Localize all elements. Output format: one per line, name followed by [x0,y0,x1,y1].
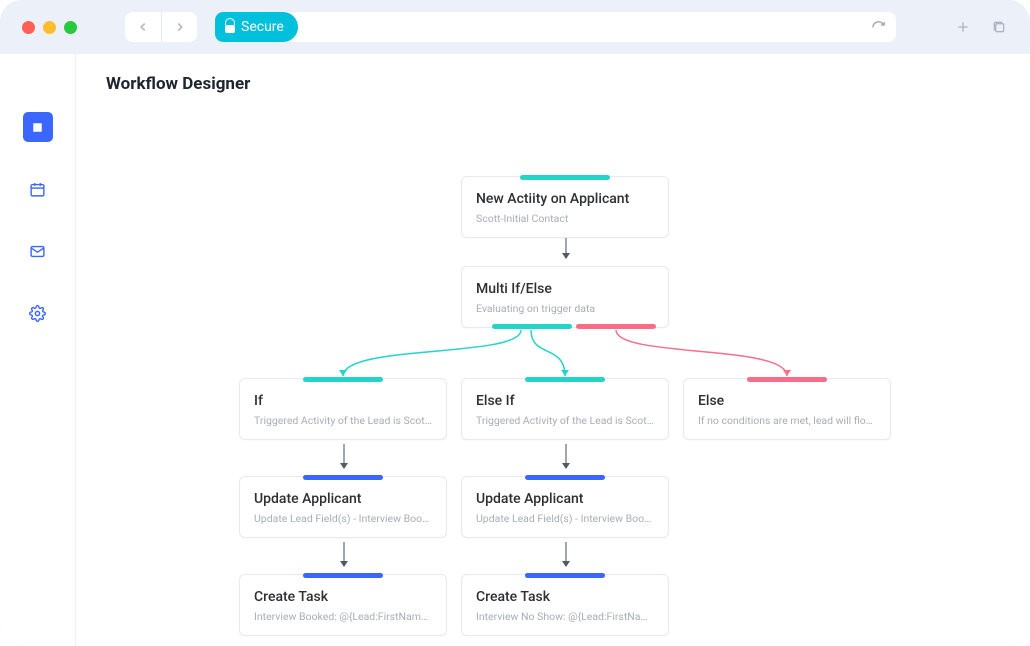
node-else-if[interactable]: Else If Triggered Activity of the Lead i… [461,378,669,440]
sidebar-item-mail[interactable] [23,236,53,266]
node-subtitle: If no conditions are met, lead will flow… [698,414,876,427]
accent-bar [303,377,383,382]
node-if[interactable]: If Triggered Activity of the Lead is Sco… [239,378,447,440]
node-title: Create Task [476,589,654,605]
traffic-lights [22,21,77,34]
node-subtitle: Update Lead Field(s) - Interview Booked [254,512,432,525]
node-title: Else If [476,393,654,409]
accent-bar [520,175,610,180]
accent-teal [492,324,572,329]
refresh-button[interactable] [871,20,886,35]
refresh-icon [871,20,886,35]
node-subtitle: Interview Booked: @{Lead:FirstName,}… [254,610,432,623]
node-create-task-a[interactable]: Create Task Interview Booked: @{Lead:Fir… [239,574,447,636]
chrome-right-controls [954,18,1008,36]
browser-chrome: Secure [0,0,1030,54]
content: Workflow Designer New Actiity on App [0,54,1030,646]
url-bar[interactable]: Secure [215,12,896,42]
workflow-canvas[interactable]: New Actiity on Applicant Scott-Initial C… [76,114,1030,646]
tabs-button[interactable] [990,18,1008,36]
secure-label: Secure [241,19,284,35]
node-subtitle: Triggered Activity of the Lead is Scott… [476,414,654,427]
node-title: Update Applicant [254,491,432,507]
calendar-icon [29,181,46,198]
sidebar-item-calendar[interactable] [23,174,53,204]
accent-bar [525,573,605,578]
accent-bar [747,377,827,382]
node-subtitle: Evaluating on trigger data [476,302,654,315]
stack-icon [991,19,1007,35]
nav-buttons [125,12,197,42]
browser-window: Secure [0,0,1030,646]
new-tab-button[interactable] [954,18,972,36]
forward-button[interactable] [161,12,197,42]
arrow [343,542,345,566]
sidebar-item-settings[interactable] [23,298,53,328]
node-subtitle: Interview No Show: @{Lead:FirstName,}… [476,610,654,623]
node-subtitle: Triggered Activity of the Lead is Scott… [254,414,432,427]
chevron-right-icon [173,20,187,34]
accent-bar [303,573,383,578]
gear-icon [29,305,46,322]
node-title: New Actiity on Applicant [476,191,654,207]
node-title: Else [698,393,876,409]
accent-bar [525,475,605,480]
lock-icon [225,21,235,33]
arrow [565,444,567,468]
minimize-window-button[interactable] [43,21,56,34]
accent-pink [576,324,656,329]
node-update-applicant-a[interactable]: Update Applicant Update Lead Field(s) - … [239,476,447,538]
node-update-applicant-b[interactable]: Update Applicant Update Lead Field(s) - … [461,476,669,538]
maximize-window-button[interactable] [64,21,77,34]
node-title: Multi If/Else [476,281,654,297]
arrow [565,238,567,258]
node-title: Update Applicant [476,491,654,507]
sidebar [0,54,76,646]
main: Workflow Designer New Actiity on App [76,54,1030,646]
accent-bar [303,475,383,480]
node-title: If [254,393,432,409]
mail-icon [29,243,46,260]
stop-icon [29,119,46,136]
node-multi-if-else[interactable]: Multi If/Else Evaluating on trigger data [461,266,669,328]
arrow [565,542,567,566]
accent-bar [525,377,605,382]
chevron-left-icon [136,20,150,34]
node-subtitle: Update Lead Field(s) - Interview Booked [476,512,654,525]
secure-badge: Secure [215,12,298,42]
node-create-task-b[interactable]: Create Task Interview No Show: @{Lead:Fi… [461,574,669,636]
back-button[interactable] [125,12,161,42]
node-trigger[interactable]: New Actiity on Applicant Scott-Initial C… [461,176,669,238]
close-window-button[interactable] [22,21,35,34]
node-title: Create Task [254,589,432,605]
plus-icon [955,19,971,35]
page-title: Workflow Designer [76,54,1030,94]
node-else[interactable]: Else If no conditions are met, lead will… [683,378,891,440]
arrow [343,444,345,468]
sidebar-item-designer[interactable] [23,112,53,142]
node-subtitle: Scott-Initial Contact [476,212,654,225]
